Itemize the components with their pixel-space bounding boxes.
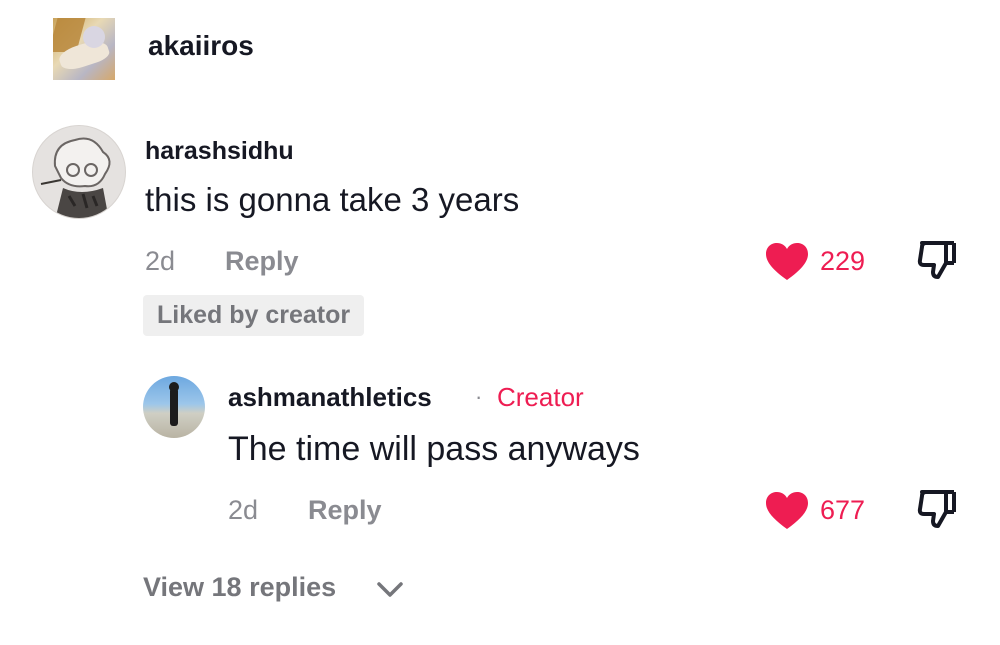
heart-icon[interactable] [765, 242, 809, 282]
comment-date: 2d [145, 246, 176, 276]
view-replies-link[interactable]: View 18 replies [143, 572, 336, 603]
comment-like-count: 229 [820, 246, 866, 276]
previous-commenter-username[interactable]: akaiiros [148, 30, 254, 62]
reply-username[interactable]: ashmanathletics [228, 382, 432, 413]
reply-date: 2d [228, 495, 259, 525]
dislike-icon[interactable] [916, 488, 958, 530]
dislike-icon[interactable] [916, 239, 958, 281]
commenter-avatar[interactable] [32, 125, 126, 219]
comment-text: this is gonna take 3 years [145, 181, 520, 218]
comment-username[interactable]: harashsidhu [145, 137, 294, 166]
liked-by-creator-badge: Liked by creator [143, 295, 365, 336]
creator-badge: Creator [497, 382, 584, 412]
reply-like-count: 677 [820, 495, 866, 525]
reply-reply-button[interactable]: Reply [308, 495, 382, 526]
reply-text: The time will pass anyways [228, 430, 640, 468]
reply-author-avatar[interactable] [143, 376, 205, 438]
comment-reply-button[interactable]: Reply [225, 246, 299, 277]
chevron-down-icon[interactable] [376, 578, 404, 600]
separator-dot: · [475, 384, 483, 409]
previous-commenter-avatar[interactable] [53, 18, 115, 80]
heart-icon[interactable] [765, 491, 809, 531]
